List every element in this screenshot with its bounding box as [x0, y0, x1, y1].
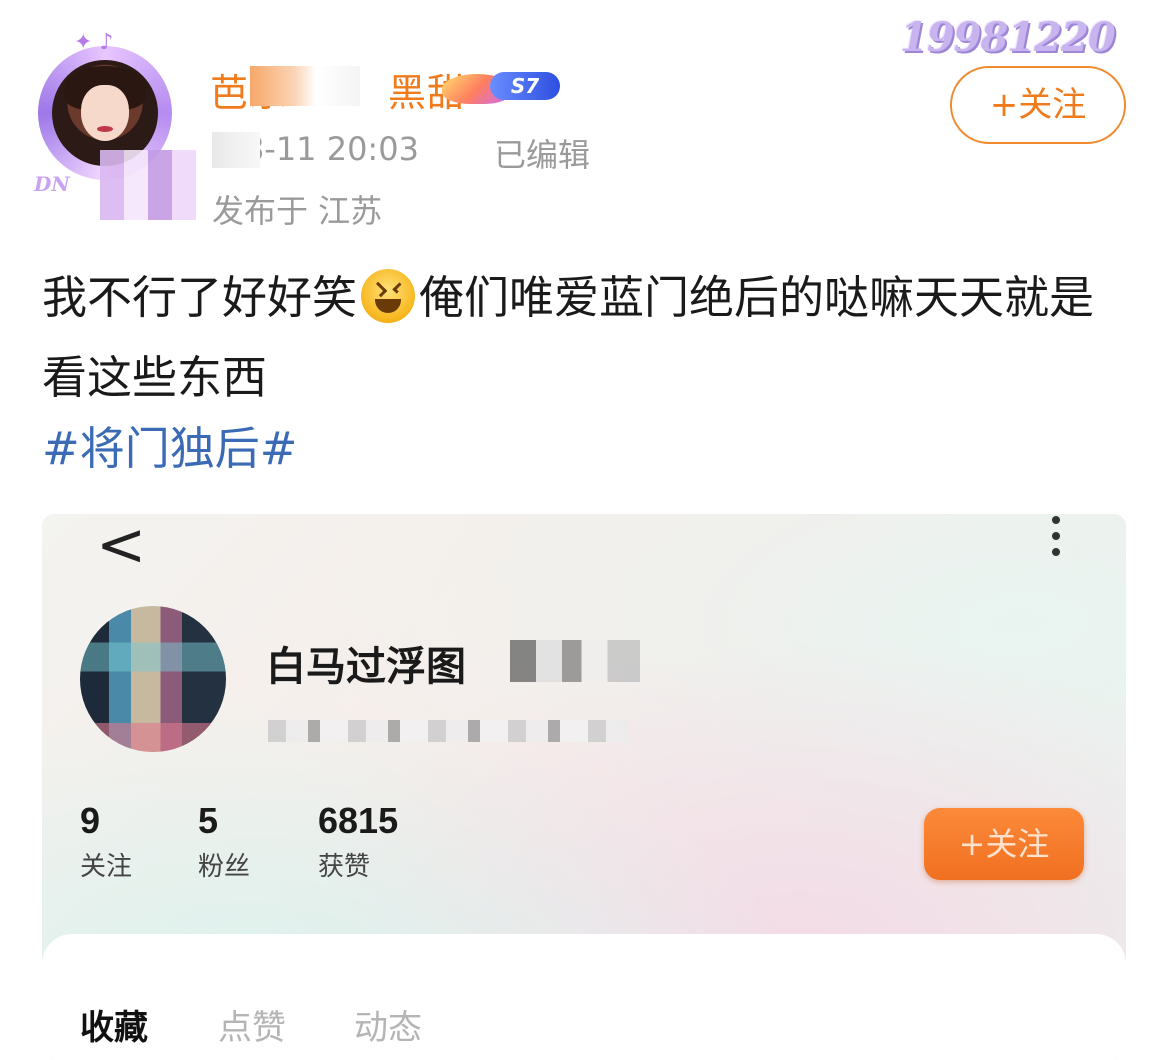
hashtag-link[interactable]: #将门独后#	[42, 412, 297, 477]
avatar-stars-decoration: ✦ ♪	[74, 30, 114, 55]
avatar-face	[81, 85, 129, 141]
post-location: 发布于 江苏	[212, 192, 383, 230]
stat-value: 9	[80, 800, 101, 841]
watermark: 19981220	[900, 14, 1116, 61]
profile-name: 白马过浮图	[266, 644, 466, 690]
profile-name-redaction	[510, 640, 640, 682]
avatar-mosaic-blur	[100, 150, 196, 220]
user-avatar[interactable]: ✦ ♪ DN	[34, 30, 196, 220]
timestamp-redaction	[212, 132, 260, 168]
stat-label: 粉丝	[198, 852, 251, 882]
back-chevron-icon[interactable]: <	[96, 514, 146, 580]
laughing-emoji-icon	[361, 269, 416, 323]
stat-followers[interactable]: 5 粉丝	[198, 800, 250, 883]
tab-activity[interactable]: 动态	[354, 1000, 422, 1049]
post-body: 我不行了好好笑 俺们唯爱蓝门绝后的哒嘛天天就是看这些东西	[42, 258, 1132, 418]
edited-label[interactable]: 已编辑	[494, 130, 590, 176]
weibo-post: ✦ ♪ DN 芭乐 黑甜 S7 5-8-11 20:03 已编辑 发布于 江苏 1…	[0, 0, 1168, 1060]
stat-label: 关注	[80, 852, 133, 882]
tab-likes[interactable]: 点赞	[218, 1000, 286, 1049]
level-label: S7	[490, 72, 560, 100]
more-vertical-icon[interactable]	[1050, 516, 1062, 562]
stat-likes[interactable]: 6815 获赞	[318, 800, 398, 883]
stat-label: 获赞	[318, 852, 371, 882]
tab-favorites[interactable]: 收藏	[80, 1000, 148, 1049]
stat-value: 6815	[318, 800, 399, 841]
profile-avatar[interactable]	[80, 606, 226, 752]
stat-value: 5	[198, 800, 219, 841]
level-badge-icon[interactable]: S7	[442, 66, 560, 106]
post-text-1: 我不行了好好笑	[42, 271, 358, 324]
tab-panel	[42, 934, 1126, 1060]
stat-following[interactable]: 9 关注	[80, 800, 132, 883]
profile-follow-button[interactable]: +关注	[924, 808, 1084, 880]
embedded-screenshot[interactable]: < 白马过浮图 9 关注 5 粉丝 6815 获赞 +关注 收藏 点赞 动态	[42, 514, 1126, 1060]
username-redaction	[250, 66, 360, 106]
avatar-frame-tag: DN	[34, 172, 70, 196]
follow-button[interactable]: +关注	[950, 66, 1126, 144]
profile-id-redaction	[268, 720, 628, 742]
avatar-lips	[97, 126, 113, 132]
